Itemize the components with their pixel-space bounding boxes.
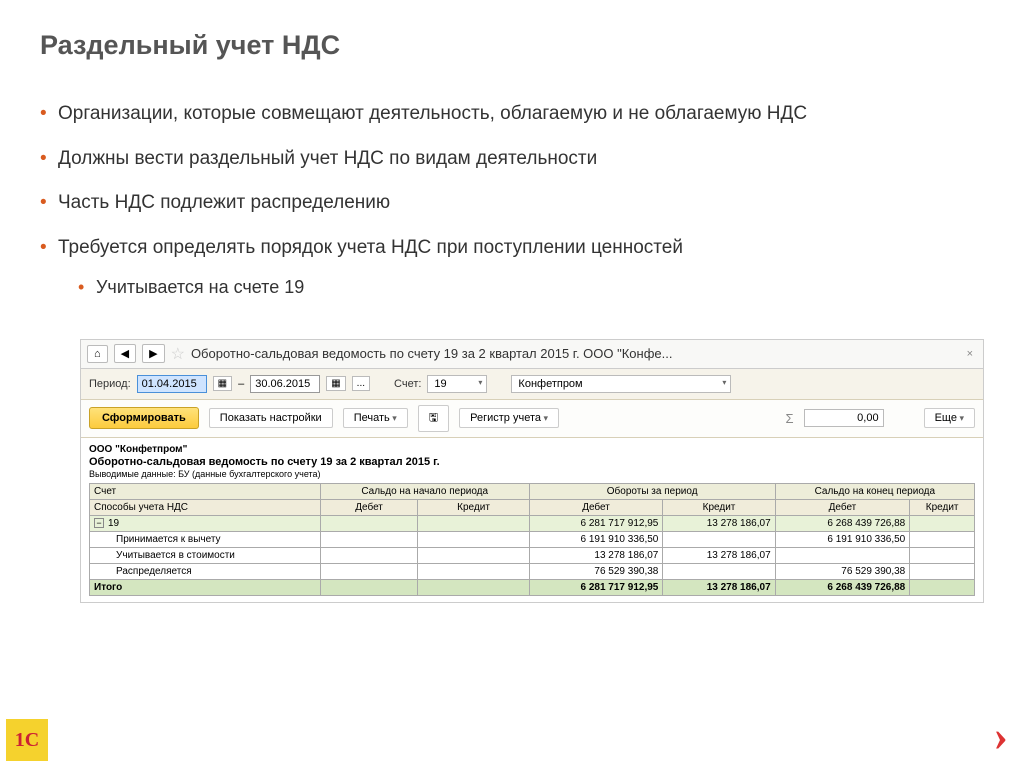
col-d1: Дебет	[320, 499, 418, 515]
home-button[interactable]: ⌂	[87, 345, 108, 363]
toolbar: Сформировать Показать настройки Печать 🖫…	[81, 400, 983, 438]
bullet-1: Организации, которые совмещают деятельно…	[40, 101, 984, 128]
app-window: ⌂ ◀ ▶ ☆ Оборотно-сальдовая ведомость по …	[80, 339, 984, 603]
nav-back-icon[interactable]: ◀	[114, 344, 136, 363]
col-vat-method: Способы учета НДС	[90, 499, 321, 515]
navbar: ⌂ ◀ ▶ ☆ Оборотно-сальдовая ведомость по …	[81, 340, 983, 369]
filter-bar: Период: 01.04.2015 ▦ – 30.06.2015 ▦ ... …	[81, 369, 983, 400]
date-from-input[interactable]: 01.04.2015	[137, 375, 207, 393]
sub-bullet: Учитывается на счете 19	[78, 275, 984, 300]
register-button[interactable]: Регистр учета	[459, 408, 559, 428]
date-to-input[interactable]: 30.06.2015	[250, 375, 320, 393]
bullet-4: Требуется определять порядок учета НДС п…	[40, 235, 984, 301]
account-label: Счет:	[394, 378, 421, 390]
table-row[interactable]: −196 281 717 912,9513 278 186,076 268 43…	[90, 515, 975, 531]
save-file-icon[interactable]: 🖫	[418, 405, 449, 432]
collapse-icon[interactable]: −	[94, 518, 104, 528]
col-k1: Кредит	[418, 499, 529, 515]
report-title: Оборотно-сальдовая ведомость по счету 19…	[89, 456, 975, 468]
calendar-from-icon[interactable]: ▦	[213, 376, 232, 391]
more-button[interactable]: Еще	[924, 408, 975, 428]
slide-title: Раздельный учет НДС	[40, 30, 984, 61]
bullet-list: Организации, которые совмещают деятельно…	[40, 101, 984, 301]
table-row[interactable]: Распределяется76 529 390,3876 529 390,38	[90, 563, 975, 579]
document-title: Оборотно-сальдовая ведомость по счету 19…	[191, 346, 957, 361]
col-closing: Сальдо на конец периода	[775, 483, 974, 499]
bullet-3: Часть НДС подлежит распределению	[40, 190, 984, 217]
col-turnover: Обороты за период	[529, 483, 775, 499]
nav-fwd-icon[interactable]: ▶	[142, 344, 164, 363]
sigma-icon: Σ	[786, 411, 794, 426]
sum-input[interactable]: 0,00	[804, 409, 884, 427]
show-settings-button[interactable]: Показать настройки	[209, 408, 333, 428]
account-select[interactable]: 19	[427, 375, 487, 393]
next-chevron-icon[interactable]: ›	[993, 710, 1008, 761]
col-d3: Дебет	[775, 499, 910, 515]
close-icon[interactable]: ×	[963, 348, 977, 360]
table-row[interactable]: Учитывается в стоимости13 278 186,0713 2…	[90, 547, 975, 563]
report-note: Выводимые данные: БУ (данные бухгалтерск…	[89, 469, 975, 479]
star-icon[interactable]: ☆	[171, 344, 185, 364]
bullet-2: Должны вести раздельный учет НДС по вида…	[40, 146, 984, 173]
balance-table: Счет Сальдо на начало периода Обороты за…	[89, 483, 975, 596]
table-row[interactable]: Принимается к вычету6 191 910 336,506 19…	[90, 531, 975, 547]
report-org: ООО "Конфетпром"	[89, 444, 975, 455]
calendar-to-icon[interactable]: ▦	[326, 376, 345, 391]
org-select[interactable]: Конфетпром	[511, 375, 731, 393]
period-more-button[interactable]: ...	[352, 376, 370, 391]
logo-1c-icon: 1C	[6, 719, 48, 761]
report-area: ООО "Конфетпром" Оборотно-сальдовая ведо…	[81, 438, 983, 602]
form-button[interactable]: Сформировать	[89, 407, 199, 429]
print-button[interactable]: Печать	[343, 408, 408, 428]
col-k3: Кредит	[910, 499, 975, 515]
table-row[interactable]: Итого6 281 717 912,9513 278 186,076 268 …	[90, 579, 975, 595]
col-opening: Сальдо на начало периода	[320, 483, 529, 499]
col-account: Счет	[90, 483, 321, 499]
col-k2: Кредит	[663, 499, 775, 515]
col-d2: Дебет	[529, 499, 663, 515]
period-label: Период:	[89, 378, 131, 390]
